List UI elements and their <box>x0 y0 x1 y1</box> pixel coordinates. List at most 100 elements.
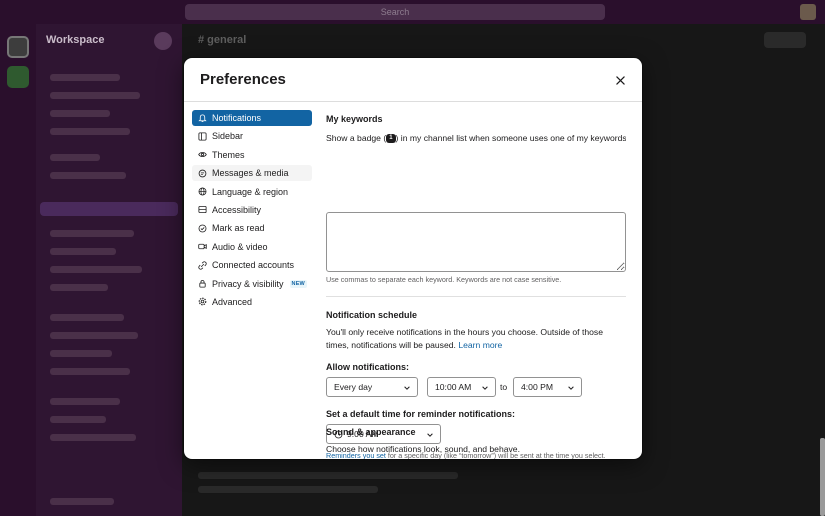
close-button[interactable] <box>610 70 630 90</box>
sidebar-item[interactable] <box>50 314 124 321</box>
message-icon <box>198 169 207 178</box>
sidebar-item[interactable] <box>50 230 134 237</box>
nav-item-language-region[interactable]: Language & region <box>192 184 312 200</box>
video-icon <box>198 242 207 251</box>
sidebar-item[interactable] <box>50 266 142 273</box>
globe-icon <box>198 187 207 196</box>
schedule-description: You'll only receive notifications in the… <box>326 326 616 352</box>
nav-item-label: Audio & video <box>212 241 268 252</box>
nav-item-label: Sidebar <box>212 131 244 142</box>
learn-more-link[interactable]: Learn more <box>458 340 502 350</box>
search-placeholder: Search <box>380 7 410 17</box>
keywords-desc-before: Show a badge ( <box>326 133 387 143</box>
keywords-heading: My keywords <box>326 114 383 124</box>
from-time-value: 10:00 AM <box>435 382 472 392</box>
scrollbar[interactable] <box>820 438 825 516</box>
user-avatar[interactable] <box>800 4 816 20</box>
nav-item-mark-as-read[interactable]: Mark as read <box>192 220 312 236</box>
nav-item-sidebar[interactable]: Sidebar <box>192 128 312 144</box>
channel-title: # general <box>198 34 247 46</box>
nav-item-label: Advanced <box>212 296 253 307</box>
bell-icon <box>198 113 207 123</box>
channel-sidebar: Workspace <box>36 24 182 516</box>
until-time-value: 4:00 PM <box>521 382 554 392</box>
preferences-modal: Preferences Notifications Sidebar Themes <box>184 58 642 459</box>
sidebar-item[interactable] <box>50 368 130 375</box>
day-select[interactable]: Every day <box>326 377 418 397</box>
nav-item-label: Privacy & visibility <box>212 278 284 289</box>
compose-button[interactable] <box>154 32 172 50</box>
nav-item-connected-accounts[interactable]: Connected accounts <box>192 257 312 273</box>
clock-icon <box>334 430 343 438</box>
nav-item-label: Notifications <box>212 113 262 123</box>
nav-item-notifications[interactable]: Notifications <box>192 110 312 126</box>
workspace-icon[interactable] <box>7 36 29 58</box>
nav-item-messages-media[interactable]: Messages & media <box>192 165 312 182</box>
sidebar-item[interactable] <box>50 284 108 291</box>
sidebar-item[interactable] <box>50 498 114 505</box>
gear-icon <box>198 297 207 306</box>
sidebar-item[interactable] <box>50 128 130 135</box>
sidebar-item[interactable] <box>50 434 136 441</box>
nav-item-audio-video[interactable]: Audio & video <box>192 239 312 255</box>
sidebar-item[interactable] <box>50 248 116 255</box>
keywords-input[interactable] <box>326 212 626 272</box>
allow-notifications-label: Allow notifications: <box>326 362 409 372</box>
sidebar-item[interactable] <box>50 92 140 99</box>
close-icon <box>615 75 625 85</box>
message-line <box>198 486 378 493</box>
search-bar[interactable]: Search <box>185 4 605 20</box>
check-circle-icon <box>198 224 207 233</box>
sidebar-item[interactable] <box>50 74 120 81</box>
workspace-rail <box>0 24 36 516</box>
sidebar-item[interactable] <box>50 154 100 161</box>
sidebar-item[interactable] <box>50 416 106 423</box>
until-time-select[interactable]: 4:00 PM <box>513 377 582 397</box>
nav-item-label: Messages & media <box>212 168 289 179</box>
chevron-down-icon <box>482 386 488 390</box>
nav-item-label: Language & region <box>212 186 289 197</box>
schedule-heading: Notification schedule <box>326 310 418 320</box>
divider <box>326 296 626 297</box>
new-badge: NEW <box>289 279 307 288</box>
reminder-time-select[interactable]: 9:00 AM <box>326 424 441 444</box>
reminders-link[interactable]: Reminders you set <box>326 451 386 459</box>
modal-header: Preferences <box>184 58 642 102</box>
reminder-help-text: for a specific day (like “tomorrow”) wil… <box>387 451 606 459</box>
sidebar-item[interactable] <box>50 398 120 405</box>
preferences-content: My keywords Show a badge (1) in my chann… <box>326 102 626 459</box>
keywords-desc-after: ) in my channel list when someone uses o… <box>395 133 626 143</box>
badge-count: 1 <box>386 134 396 144</box>
nav-item-accessibility[interactable]: Accessibility <box>192 202 312 218</box>
keywords-help: Use commas to separate each keyword. Key… <box>326 275 562 284</box>
from-time-select[interactable]: 10:00 AM <box>427 377 496 397</box>
top-bar: Search <box>0 0 825 24</box>
sidebar-item[interactable] <box>50 172 126 179</box>
nav-item-privacy-visibility[interactable]: Privacy & visibility NEW <box>192 276 312 292</box>
sidebar-item[interactable] <box>50 350 112 357</box>
sidebar-item[interactable] <box>50 332 138 339</box>
accessibility-icon <box>198 205 207 214</box>
sidebar-item-active[interactable] <box>40 202 178 216</box>
workspace-icon-2[interactable] <box>7 66 29 88</box>
chevron-down-icon <box>404 386 410 390</box>
keywords-description: Show a badge (1) in my channel list when… <box>326 132 626 145</box>
workspace-name: Workspace <box>46 34 105 46</box>
reminder-heading: Set a default time for reminder notifica… <box>326 409 516 419</box>
nav-item-themes[interactable]: Themes <box>192 147 312 163</box>
sidebar-item[interactable] <box>50 110 110 117</box>
chevron-down-icon <box>427 433 433 437</box>
message-line <box>198 472 458 479</box>
nav-item-label: Themes <box>212 149 245 160</box>
nav-item-advanced[interactable]: Advanced <box>192 294 312 310</box>
reminder-time-value: 9:00 AM <box>347 429 379 439</box>
link-icon <box>198 260 207 270</box>
channel-details-button[interactable] <box>764 32 806 48</box>
reminder-help: Reminders you set for a specific day (li… <box>326 451 606 459</box>
modal-title: Preferences <box>200 71 286 88</box>
to-label: to <box>500 382 508 392</box>
nav-item-label: Accessibility <box>212 204 262 215</box>
preferences-nav: Notifications Sidebar Themes Messages & … <box>192 110 312 312</box>
eye-icon <box>198 150 207 159</box>
chevron-down-icon <box>568 386 574 390</box>
